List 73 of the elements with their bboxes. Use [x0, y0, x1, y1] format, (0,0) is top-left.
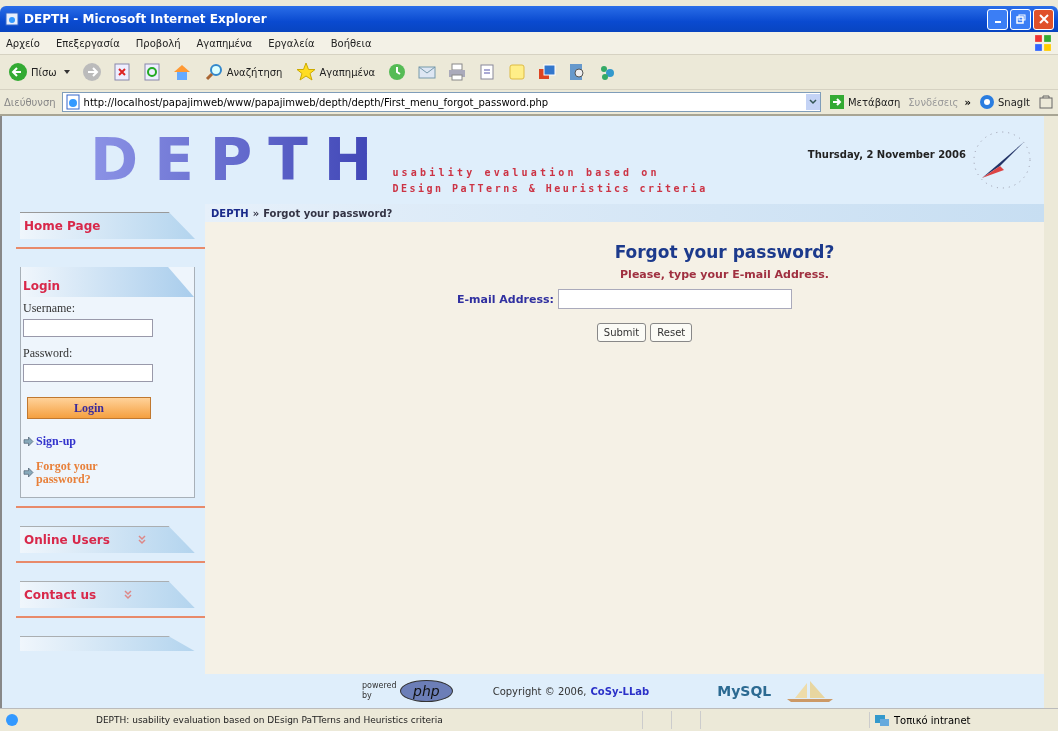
favorites-button[interactable]: Αγαπημένα — [294, 62, 378, 82]
login-button[interactable]: Login — [27, 397, 151, 419]
menu-item[interactable]: Βοήθεια — [330, 37, 372, 49]
forward-icon[interactable] — [81, 62, 102, 82]
menu-item[interactable]: Εργαλεία — [268, 37, 315, 49]
breadcrumb-separator: » — [252, 207, 260, 219]
password-field[interactable] — [23, 364, 153, 382]
email-label: E-mail Address: — [457, 292, 554, 306]
snagit-icon — [978, 94, 995, 110]
powered-by-text: powered by — [362, 681, 396, 701]
tagline: usability evaluation based on — [392, 166, 661, 178]
page-icon — [4, 712, 20, 728]
breadcrumb-current: Forgot your password? — [263, 207, 393, 219]
more-button[interactable]: » — [964, 96, 971, 108]
printer-icon[interactable] — [447, 62, 468, 82]
date-text: Thursday, 2 November 2006 — [807, 148, 966, 160]
compass-icon — [972, 130, 1032, 190]
caret-icon — [63, 70, 70, 74]
menu-item[interactable]: Επεξεργασία — [55, 37, 120, 49]
close-button[interactable] — [1033, 8, 1054, 30]
screen-capture-icon[interactable] — [537, 62, 558, 82]
sidebar-section-tab[interactable]: Contact us — [20, 581, 195, 609]
star-icon — [296, 62, 317, 82]
zone-text: Τοπικό intranet — [894, 714, 971, 726]
page-heading: Forgot your password? — [614, 242, 835, 262]
tagline: DEsign PaTTerns & Heuristics criteria — [392, 182, 708, 194]
snagit-button[interactable]: SnagIt — [976, 94, 1032, 110]
chevron-down-icon — [124, 590, 133, 601]
copyright-text: Copyright © 2006, — [492, 685, 587, 697]
search-button[interactable]: Αναζήτηση — [201, 62, 285, 82]
capture-icon[interactable] — [1038, 94, 1054, 110]
close-icon — [1038, 14, 1049, 24]
network-icon — [874, 712, 890, 728]
form-button[interactable]: Submit — [596, 323, 647, 342]
sidebar-section-tab[interactable] — [20, 636, 195, 652]
address-field[interactable]: http://localhost/papajimweb/www/papajimweb/depth/depth/First_menu_forgot_password.php — [61, 92, 821, 112]
status-text: DEPTH: usability evaluation based on DEsign PaTTerns and Heuristics criteria — [95, 715, 444, 725]
go-button[interactable]: Μετάβαση — [827, 94, 903, 110]
username-label: Username: — [23, 301, 76, 316]
form-button[interactable]: Reset — [650, 323, 693, 342]
page-icon — [64, 94, 81, 110]
login-title: Login — [23, 279, 61, 293]
search-icon — [203, 62, 224, 82]
copyright-link[interactable]: CoSy-LLab — [590, 685, 650, 697]
stop-icon[interactable] — [111, 62, 132, 82]
page-icon — [4, 11, 20, 27]
refresh-icon[interactable] — [141, 62, 162, 82]
sidebar-link[interactable]: Sign-up — [36, 434, 77, 449]
back-button[interactable]: Πίσω — [6, 62, 72, 82]
php-logo: php — [400, 680, 453, 702]
menu-item[interactable]: Αγαπημένα — [196, 37, 253, 49]
dropdown-icon[interactable] — [806, 94, 820, 110]
chevron-down-icon — [137, 535, 146, 546]
minimize-icon — [994, 21, 1001, 23]
window-title: DEPTH - Microsoft Internet Explorer — [24, 12, 268, 26]
minimize-button[interactable] — [987, 8, 1008, 30]
menu-item[interactable]: Προβολή — [135, 37, 181, 49]
history-icon[interactable] — [387, 62, 408, 82]
instruction-text: Please, type your E-mail Address. — [620, 268, 829, 281]
home-page-tab[interactable]: Home Page — [20, 212, 195, 239]
password-label: Password: — [23, 346, 74, 361]
menu-item[interactable]: Αρχείο — [6, 37, 40, 49]
email-field[interactable] — [558, 289, 792, 309]
sidebar-section-tab[interactable]: Online Users — [20, 526, 195, 554]
restore-icon — [1015, 14, 1026, 24]
address-label: Διεύθυνση — [4, 96, 56, 108]
username-field[interactable] — [23, 319, 153, 337]
mysql-logo: MySQL — [717, 683, 772, 699]
restore-button[interactable] — [1010, 8, 1031, 30]
windows-logo-icon — [1034, 34, 1052, 52]
breadcrumb-link[interactable]: DEPTH — [211, 207, 249, 219]
arrow-icon — [23, 468, 34, 478]
arrow-icon — [23, 437, 34, 446]
